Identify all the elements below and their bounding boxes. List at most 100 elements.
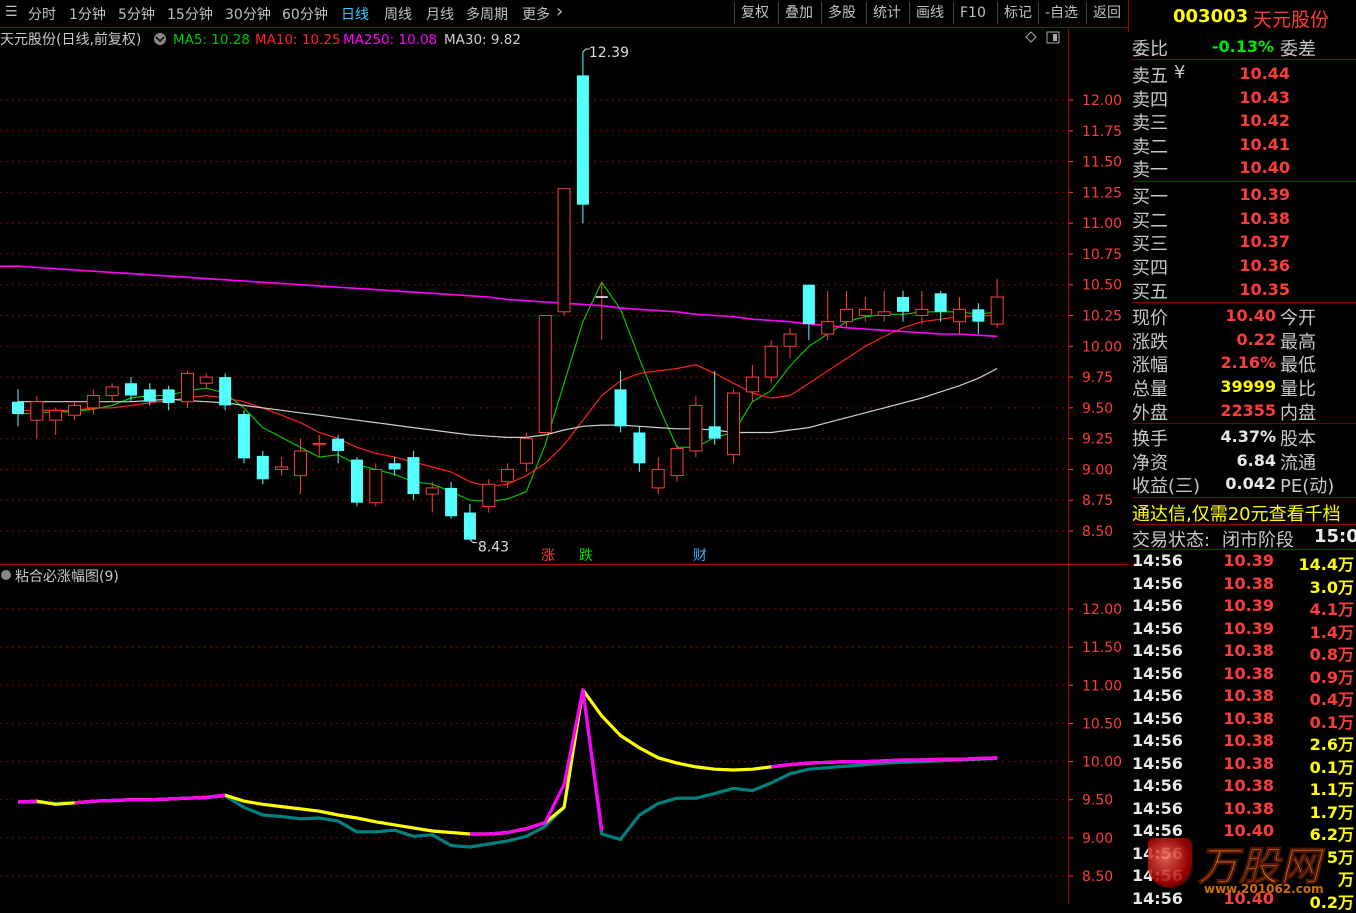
candle[interactable] <box>557 188 571 316</box>
candle[interactable] <box>840 290 854 328</box>
candle[interactable] <box>614 370 627 433</box>
candle[interactable] <box>482 479 496 513</box>
toolbar-button-0[interactable]: 复权 <box>734 2 775 24</box>
candle[interactable] <box>463 503 476 540</box>
ask-row[interactable]: 卖二 10.41 <box>1132 133 1356 158</box>
tick-time: 14:56 <box>1132 686 1183 705</box>
candle[interactable] <box>180 370 194 408</box>
candle[interactable] <box>689 395 703 458</box>
candle[interactable] <box>407 450 420 501</box>
candle[interactable] <box>219 373 232 411</box>
y-tick-label: 8.75 <box>1082 493 1113 509</box>
tick-price: 10.39 <box>1223 551 1274 570</box>
bid-row[interactable]: 买三 10.37 <box>1132 230 1356 255</box>
toolbar-button-3[interactable]: 统计 <box>866 2 907 24</box>
toolbar-button-8[interactable]: 返回 <box>1086 2 1127 24</box>
candle[interactable] <box>576 51 589 224</box>
stat-value: 10.40 <box>1225 306 1276 325</box>
candle[interactable] <box>915 290 929 325</box>
y-tick-label: 9.25 <box>1082 432 1113 448</box>
period-tab-0[interactable]: 分时 <box>28 4 56 24</box>
ask-row[interactable]: 卖三 10.42 <box>1132 109 1356 134</box>
candle[interactable] <box>312 434 326 458</box>
event-label[interactable]: 财 <box>693 548 707 564</box>
candle[interactable] <box>708 370 721 445</box>
candle[interactable] <box>934 290 947 322</box>
candle-body <box>67 404 81 416</box>
ask-row[interactable]: 卖五 ¥10.44 <box>1132 62 1356 87</box>
promo-text[interactable]: 通达信,仅需20元查看千档 <box>1132 500 1341 526</box>
candle[interactable] <box>12 389 24 427</box>
candle[interactable] <box>877 290 891 322</box>
diamond-icon[interactable] <box>1025 31 1037 43</box>
candle[interactable] <box>369 463 383 507</box>
period-tab-4[interactable]: 30分钟 <box>225 4 271 24</box>
candle[interactable] <box>105 383 119 402</box>
period-tab-10[interactable]: 更多 <box>522 4 550 24</box>
period-tab-7[interactable]: 周线 <box>384 4 412 24</box>
toolbar-button-7[interactable]: -自选 <box>1038 2 1084 24</box>
period-tab-5[interactable]: 60分钟 <box>282 4 328 24</box>
period-tab-1[interactable]: 1分钟 <box>69 4 106 24</box>
candle[interactable] <box>764 340 778 384</box>
candle[interactable] <box>293 438 307 495</box>
ask-row[interactable]: 卖一 10.40 <box>1132 156 1356 181</box>
candle[interactable] <box>86 389 100 415</box>
candle[interactable] <box>990 278 1004 328</box>
candle[interactable] <box>651 457 665 495</box>
candle[interactable] <box>538 315 552 435</box>
candle[interactable] <box>30 395 44 439</box>
sub-chevron-icon[interactable] <box>1 570 11 580</box>
period-tab-3[interactable]: 15分钟 <box>167 4 213 24</box>
bid-row[interactable]: 买四 10.36 <box>1132 254 1356 279</box>
candle[interactable] <box>972 303 985 334</box>
period-tab-2[interactable]: 5分钟 <box>118 4 155 24</box>
period-tab-9[interactable]: 多周期 <box>466 4 508 24</box>
candle[interactable] <box>897 290 910 322</box>
chart-area[interactable]: 12.00 11.75 11.50 11.25 11.00 10.75 10.50 10.25… <box>0 28 1128 904</box>
candle[interactable] <box>162 385 175 411</box>
toolbar-button-1[interactable]: 叠加 <box>778 2 819 24</box>
candle[interactable] <box>670 444 684 482</box>
stat2-row: 收益(三) 0.042 PE(动) <box>1132 472 1356 497</box>
toolbar-button-6[interactable]: 标记 <box>997 2 1038 24</box>
candle[interactable] <box>256 450 269 485</box>
ask-row[interactable]: 卖四 10.43 <box>1132 86 1356 111</box>
main-chart-title: 天元股份(日线,前复权) <box>0 31 141 48</box>
toolbar-button-5[interactable]: F10 <box>953 2 992 24</box>
candle[interactable] <box>519 432 533 472</box>
period-tab-6[interactable]: 日线 <box>341 4 369 24</box>
bid-row[interactable]: 买二 10.38 <box>1132 207 1356 232</box>
period-tab-8[interactable]: 月线 <box>426 4 454 24</box>
chevron-down-icon[interactable] <box>154 33 166 45</box>
candle[interactable] <box>332 434 345 464</box>
candle-body <box>350 459 363 503</box>
bid-row[interactable]: 买一 10.39 <box>1132 183 1356 208</box>
tick-row: 14:56 10.38 1.1万 <box>1132 776 1356 799</box>
promo-banner[interactable]: 通达信,仅需20元查看千档 <box>1132 500 1356 526</box>
candle[interactable] <box>727 389 741 464</box>
candle[interactable] <box>783 327 797 359</box>
sub-chart-title: 粘合必涨幅图(9) <box>15 569 119 585</box>
candle[interactable] <box>445 481 458 519</box>
event-label[interactable]: 涨 <box>541 548 555 564</box>
candle[interactable] <box>802 284 815 341</box>
toolbar-button-4[interactable]: 画线 <box>909 2 950 24</box>
candle[interactable] <box>275 457 289 476</box>
menu-icon[interactable]: ☰ <box>5 4 18 20</box>
candle[interactable] <box>67 401 81 421</box>
event-label[interactable]: 跌 <box>579 548 593 564</box>
weibi-row: 委比 -0.13% 委差 <box>1132 35 1356 60</box>
candle-body <box>651 468 665 489</box>
candle[interactable] <box>745 364 759 402</box>
candle[interactable] <box>953 297 966 334</box>
chevron-right-icon[interactable]: › <box>556 1 563 22</box>
bid-row[interactable]: 买五 10.35 <box>1132 278 1356 303</box>
candle[interactable] <box>237 410 250 464</box>
candle[interactable] <box>350 457 363 507</box>
candle[interactable] <box>633 426 646 472</box>
candle[interactable] <box>49 407 63 435</box>
candle[interactable] <box>199 373 213 390</box>
toolbar-button-2[interactable]: 多股 <box>821 2 862 24</box>
candle-body <box>105 386 119 397</box>
